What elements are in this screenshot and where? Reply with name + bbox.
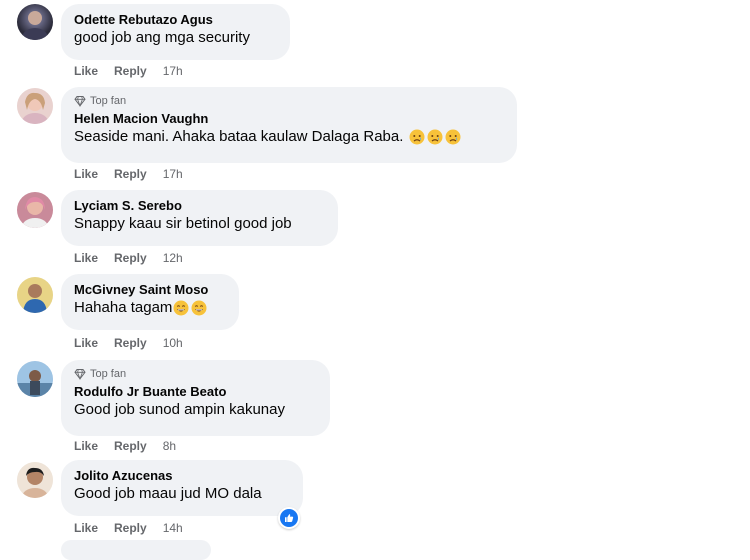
comment-actions: Like Reply 10h xyxy=(74,335,183,351)
comment-text: Good job maau jud MO dala xyxy=(74,485,262,502)
avatar[interactable] xyxy=(17,88,53,124)
avatar[interactable] xyxy=(17,4,53,40)
reply-button[interactable]: Reply xyxy=(114,336,147,350)
like-button[interactable]: Like xyxy=(74,64,98,78)
timestamp[interactable]: 17h xyxy=(163,167,183,181)
commenter-name[interactable]: McGivney Saint Moso xyxy=(74,281,227,298)
avatar[interactable] xyxy=(17,462,53,498)
comment-text: Hahaha tagam xyxy=(74,298,227,318)
thumbs-up-icon xyxy=(280,509,298,527)
comment-actions: Like Reply 12h xyxy=(74,250,183,266)
comment-actions: Like Reply 8h xyxy=(74,438,176,454)
comment-bubble: McGivney Saint Moso Hahaha tagam xyxy=(61,274,239,330)
timestamp[interactable]: 14h xyxy=(163,521,183,535)
comment-text: Seaside mani. Ahaka bataa kaulaw Dalaga … xyxy=(74,127,505,147)
like-button[interactable]: Like xyxy=(74,167,98,181)
comment-text: good job ang mga security xyxy=(74,29,250,46)
sad-face-icon xyxy=(409,129,425,145)
comment-bubble: Odette Rebutazo Agus good job ang mga se… xyxy=(61,4,290,60)
comment-actions: Like Reply 17h xyxy=(74,63,183,79)
top-fan-badge: Top fan xyxy=(74,367,318,381)
reply-button[interactable]: Reply xyxy=(114,251,147,265)
like-button[interactable]: Like xyxy=(74,336,98,350)
sad-face-icon xyxy=(445,129,461,145)
avatar[interactable] xyxy=(17,192,53,228)
comment-bubble: Jolito Azucenas Good job maau jud MO dal… xyxy=(61,460,303,516)
avatar[interactable] xyxy=(17,361,53,397)
reply-button[interactable]: Reply xyxy=(114,167,147,181)
reply-button[interactable]: Reply xyxy=(114,521,147,535)
commenter-name[interactable]: Lyciam S. Serebo xyxy=(74,197,326,214)
avatar[interactable] xyxy=(17,277,53,313)
like-button[interactable]: Like xyxy=(74,439,98,453)
top-fan-badge: Top fan xyxy=(74,94,505,108)
comment-bubble: Top fan Helen Macion Vaughn Seaside mani… xyxy=(61,87,517,163)
commenter-name[interactable]: Odette Rebutazo Agus xyxy=(74,11,278,28)
like-reaction-icon[interactable] xyxy=(278,507,300,529)
comment-bubble xyxy=(61,540,211,560)
comment-actions: Like Reply 14h xyxy=(74,520,183,536)
timestamp[interactable]: 10h xyxy=(163,336,183,350)
reply-button[interactable]: Reply xyxy=(114,64,147,78)
commenter-name[interactable]: Jolito Azucenas xyxy=(74,467,291,484)
timestamp[interactable]: 17h xyxy=(163,64,183,78)
comment-text: Good job sunod ampin kakunay xyxy=(74,401,285,418)
commenter-name[interactable]: Helen Macion Vaughn xyxy=(74,110,505,127)
grin-face-icon xyxy=(173,300,189,316)
like-button[interactable]: Like xyxy=(74,251,98,265)
comment-actions: Like Reply 17h xyxy=(74,166,183,182)
comment-bubble: Lyciam S. Serebo Snappy kaau sir betinol… xyxy=(61,190,338,246)
comment-bubble: Top fan Rodulfo Jr Buante Beato Good job… xyxy=(61,360,330,436)
grin-face-icon xyxy=(191,300,207,316)
diamond-icon xyxy=(74,368,86,380)
commenter-name[interactable]: Rodulfo Jr Buante Beato xyxy=(74,383,318,400)
like-button[interactable]: Like xyxy=(74,521,98,535)
timestamp[interactable]: 8h xyxy=(163,439,176,453)
timestamp[interactable]: 12h xyxy=(163,251,183,265)
sad-face-icon xyxy=(427,129,443,145)
diamond-icon xyxy=(74,95,86,107)
comment-text: Snappy kaau sir betinol good job xyxy=(74,215,292,232)
reply-button[interactable]: Reply xyxy=(114,439,147,453)
